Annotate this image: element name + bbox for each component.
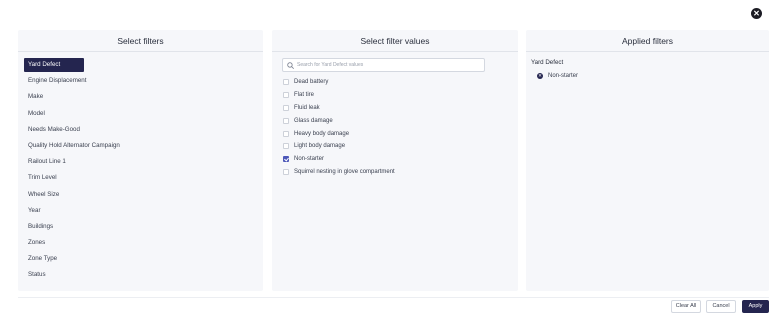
- value-label: Squirrel nesting in glove compartment: [294, 168, 395, 175]
- select-filter-values-panel: Select filter values Dead battery Flat t…: [272, 30, 518, 291]
- checkbox[interactable]: [283, 79, 289, 86]
- search-box[interactable]: [282, 58, 485, 72]
- remove-filter-icon[interactable]: ✕: [537, 73, 543, 79]
- filter-item-buildings[interactable]: Buildings: [24, 220, 259, 234]
- select-filters-panel: Select filters Yard Defect Engine Displa…: [18, 30, 263, 291]
- filter-list: Yard Defect Engine Displacement Make Mod…: [18, 52, 263, 282]
- filter-item-make[interactable]: Make: [24, 90, 259, 104]
- close-icon[interactable]: ✕: [751, 8, 762, 19]
- value-label: Dead battery: [294, 79, 329, 86]
- footer-divider: [18, 297, 769, 298]
- checkbox-checked[interactable]: [283, 156, 289, 163]
- filter-item-zones[interactable]: Zones: [24, 236, 259, 250]
- filter-item-status[interactable]: Status: [24, 268, 259, 282]
- clear-all-button[interactable]: Clear All: [671, 300, 701, 313]
- value-label: Light body damage: [294, 143, 346, 150]
- filter-item-wheel-size[interactable]: Wheel Size: [24, 188, 259, 202]
- filter-item-year[interactable]: Year: [24, 204, 259, 218]
- filter-item-model[interactable]: Model: [24, 107, 259, 121]
- checkbox[interactable]: [283, 130, 289, 137]
- value-label: Glass damage: [294, 117, 333, 124]
- value-item-dead-battery[interactable]: Dead battery: [283, 76, 518, 89]
- value-item-heavy-body-damage[interactable]: Heavy body damage: [283, 127, 518, 140]
- value-item-glass-damage[interactable]: Glass damage: [283, 114, 518, 127]
- filter-item-engine-displacement[interactable]: Engine Displacement: [24, 74, 259, 88]
- cancel-button[interactable]: Cancel: [706, 300, 736, 313]
- filter-item-zone-type[interactable]: Zone Type: [24, 252, 259, 266]
- filter-item-railout-line[interactable]: Railout Line 1: [24, 155, 259, 169]
- applied-filter-value: Non-starter: [548, 73, 579, 79]
- value-item-squirrel-nesting[interactable]: Squirrel nesting in glove compartment: [283, 166, 518, 179]
- value-item-flat-tire[interactable]: Flat tire: [283, 89, 518, 102]
- apply-button[interactable]: Apply: [742, 300, 769, 313]
- filter-item-needs-make-good[interactable]: Needs Make-Good: [24, 123, 259, 137]
- checkbox[interactable]: [283, 92, 289, 99]
- value-label: Heavy body damage: [294, 130, 350, 137]
- value-label: Fluid leak: [294, 104, 320, 111]
- checkbox[interactable]: [283, 143, 289, 150]
- value-label: Flat tire: [294, 92, 315, 99]
- value-label: Non-starter: [294, 156, 325, 163]
- value-item-fluid-leak[interactable]: Fluid leak: [283, 102, 518, 115]
- filter-item-yard-defect[interactable]: Yard Defect: [24, 58, 84, 72]
- search-input[interactable]: [297, 62, 477, 68]
- applied-filters-title: Applied filters: [526, 30, 769, 52]
- checkbox[interactable]: [283, 117, 289, 124]
- select-filters-title: Select filters: [18, 30, 263, 52]
- value-list: Dead battery Flat tire Fluid leak Glass …: [272, 72, 518, 178]
- value-item-non-starter[interactable]: Non-starter: [283, 153, 518, 166]
- search-icon: [287, 61, 294, 69]
- applied-filters-panel: Applied filters Yard Defect ✕ Non-starte…: [526, 30, 769, 291]
- value-item-light-body-damage[interactable]: Light body damage: [283, 140, 518, 153]
- applied-filter-chip: ✕ Non-starter: [531, 70, 769, 82]
- filter-item-quality-hold[interactable]: Quality Hold Alternator Campaign: [24, 139, 259, 153]
- select-filter-values-title: Select filter values: [272, 30, 518, 52]
- checkbox[interactable]: [283, 104, 289, 111]
- filter-item-trim-level[interactable]: Trim Level: [24, 171, 259, 185]
- applied-group: Yard Defect ✕ Non-starter: [526, 52, 769, 82]
- checkbox[interactable]: [283, 168, 289, 175]
- applied-group-heading: Yard Defect: [531, 59, 564, 66]
